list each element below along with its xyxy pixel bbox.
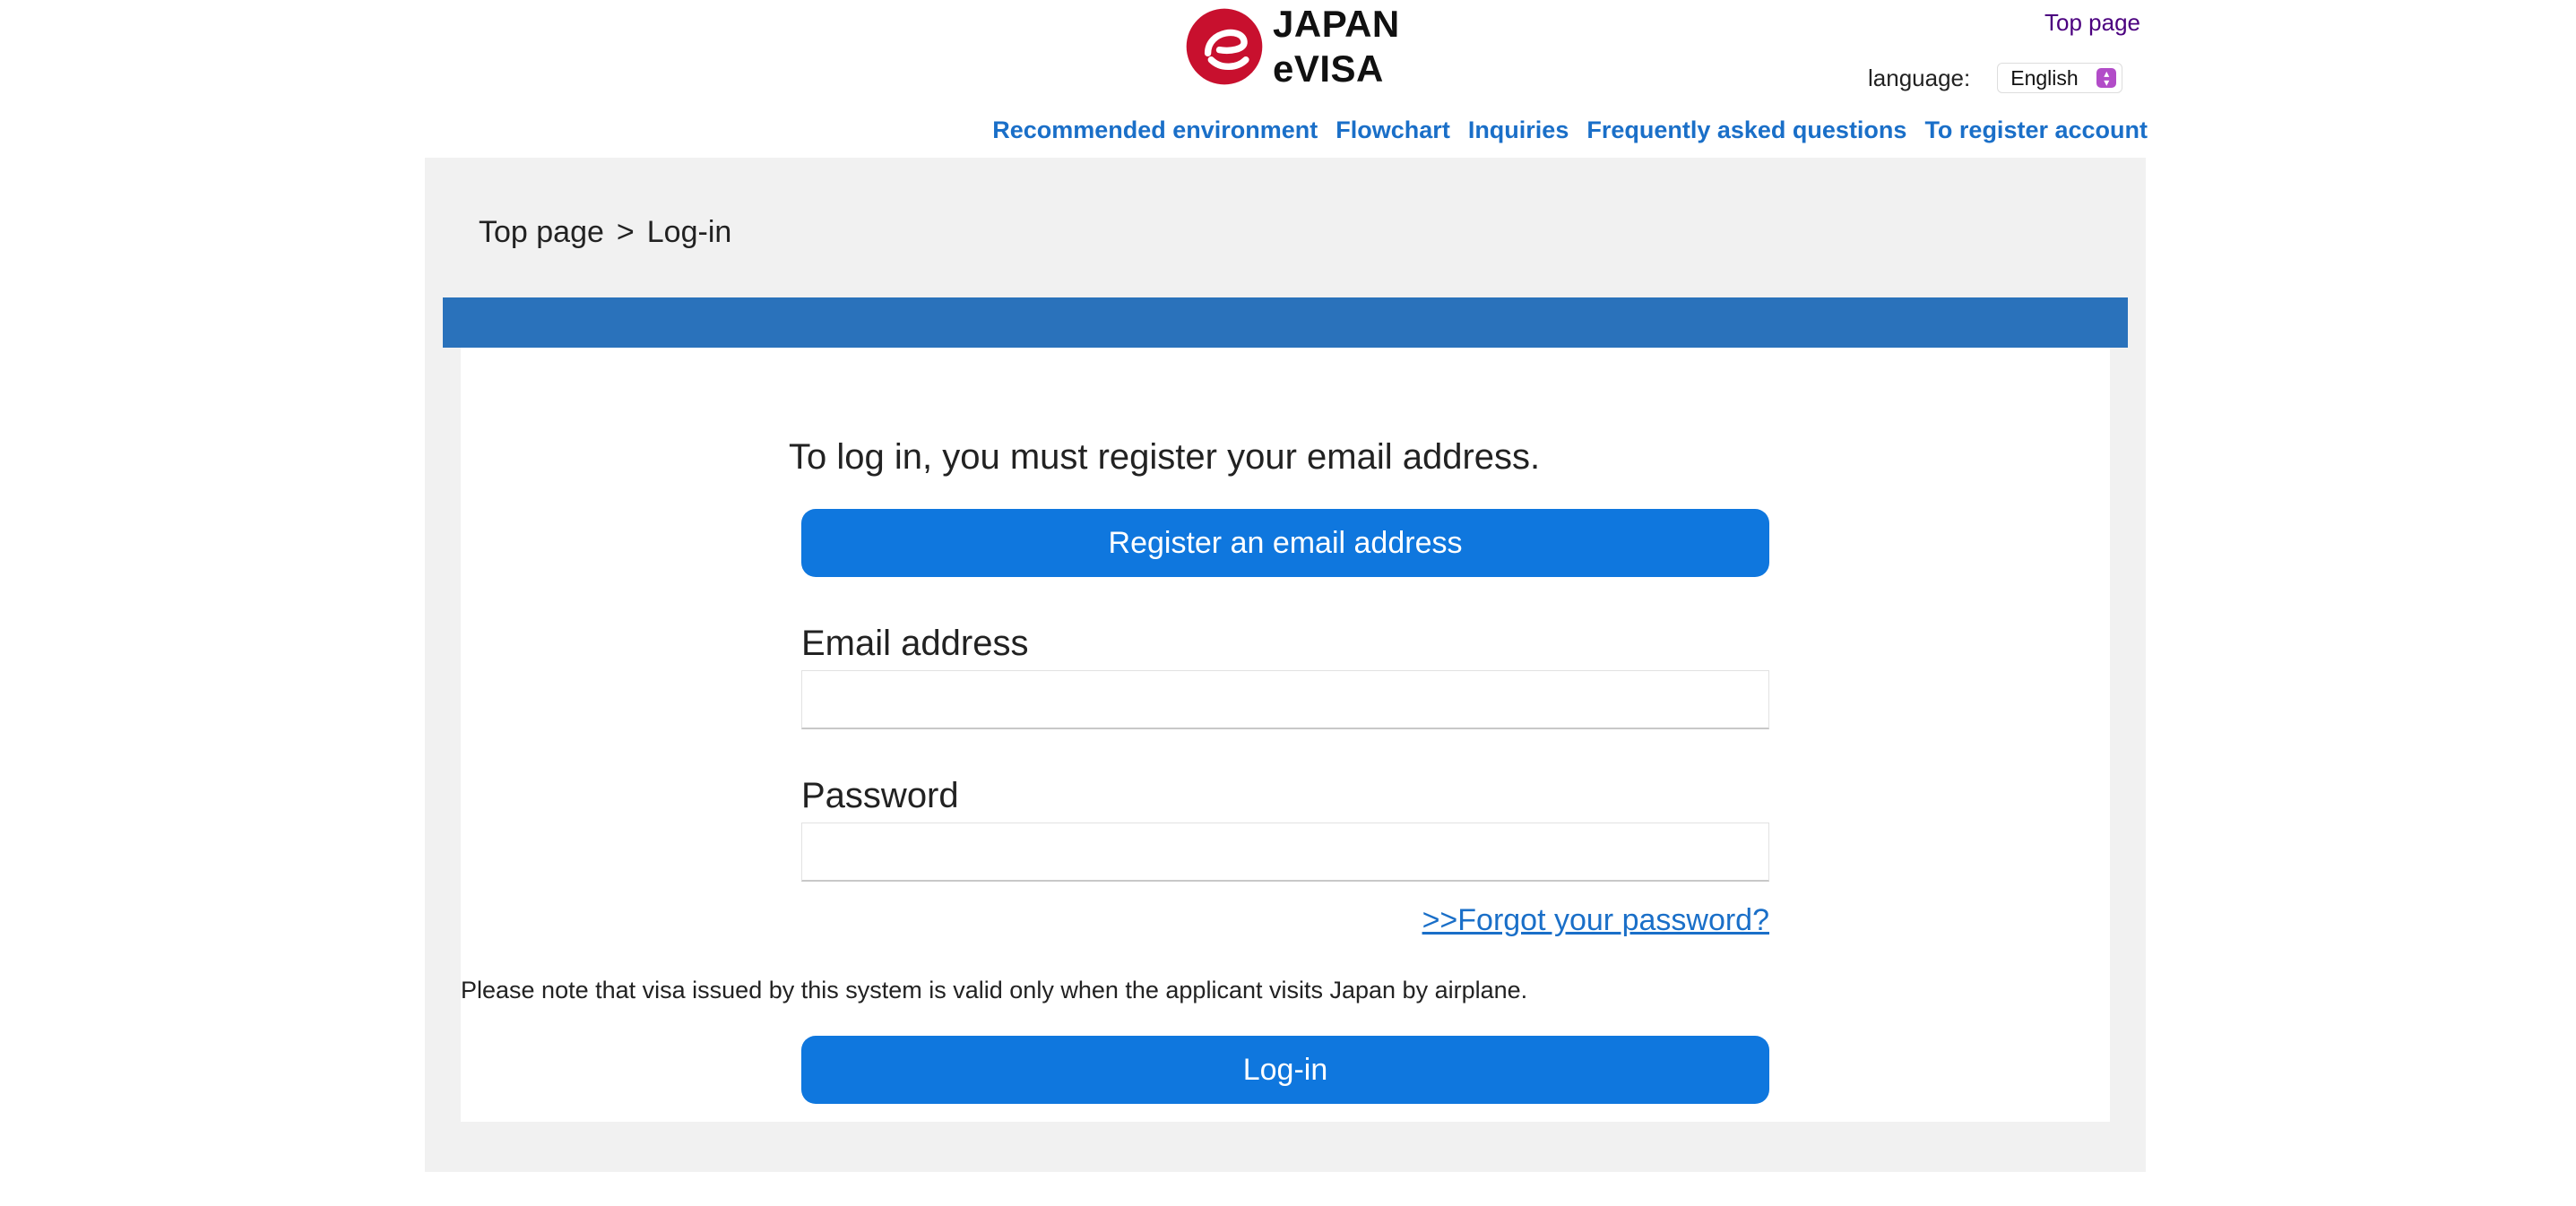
register-email-button[interactable]: Register an email address xyxy=(801,509,1769,577)
password-field[interactable] xyxy=(801,823,1769,882)
login-button[interactable]: Log-in xyxy=(801,1036,1769,1104)
top-page-link[interactable]: Top page xyxy=(2044,9,2140,37)
nav-faq[interactable]: Frequently asked questions xyxy=(1586,116,1906,144)
nav-flowchart[interactable]: Flowchart xyxy=(1336,116,1450,144)
breadcrumb: Top page > Log-in xyxy=(479,215,731,250)
breadcrumb-separator: > xyxy=(616,215,635,249)
nav-register-account[interactable]: To register account xyxy=(1924,116,2148,144)
language-selector: language: English ▴ ▾ xyxy=(1868,63,2123,93)
login-intro-text: To log in, you must register your email … xyxy=(789,437,1541,477)
airplane-notice: Please note that visa issued by this sys… xyxy=(461,977,1528,1004)
language-value: English xyxy=(2010,65,2079,90)
select-arrows-icon: ▴ ▾ xyxy=(2096,68,2117,88)
login-card: To log in, you must register your email … xyxy=(461,348,2110,1122)
email-label: Email address xyxy=(801,624,1029,663)
language-select[interactable]: English ▴ ▾ xyxy=(1997,63,2123,93)
logo-wordmark: JAPAN eVISA xyxy=(1273,2,1400,91)
password-label: Password xyxy=(801,776,959,815)
main-panel: Top page > Log-in To log in, you must re… xyxy=(425,158,2146,1172)
forgot-password-link[interactable]: >>Forgot your password? xyxy=(1422,903,1769,938)
nav-recommended-environment[interactable]: Recommended environment xyxy=(992,116,1318,144)
email-field[interactable] xyxy=(801,670,1769,729)
breadcrumb-home[interactable]: Top page xyxy=(479,215,604,250)
japan-evisa-logo[interactable]: JAPAN eVISA xyxy=(1183,2,1400,91)
section-header-bar xyxy=(443,297,2128,348)
logo-line-2: eVISA xyxy=(1273,47,1384,90)
top-nav: Recommended environment Flowchart Inquir… xyxy=(992,116,2148,144)
nav-inquiries[interactable]: Inquiries xyxy=(1468,116,1569,144)
language-label: language: xyxy=(1868,64,1971,91)
breadcrumb-current: Log-in xyxy=(646,215,732,249)
logo-line-1: JAPAN xyxy=(1273,3,1400,45)
evisa-logo-icon xyxy=(1186,8,1263,85)
